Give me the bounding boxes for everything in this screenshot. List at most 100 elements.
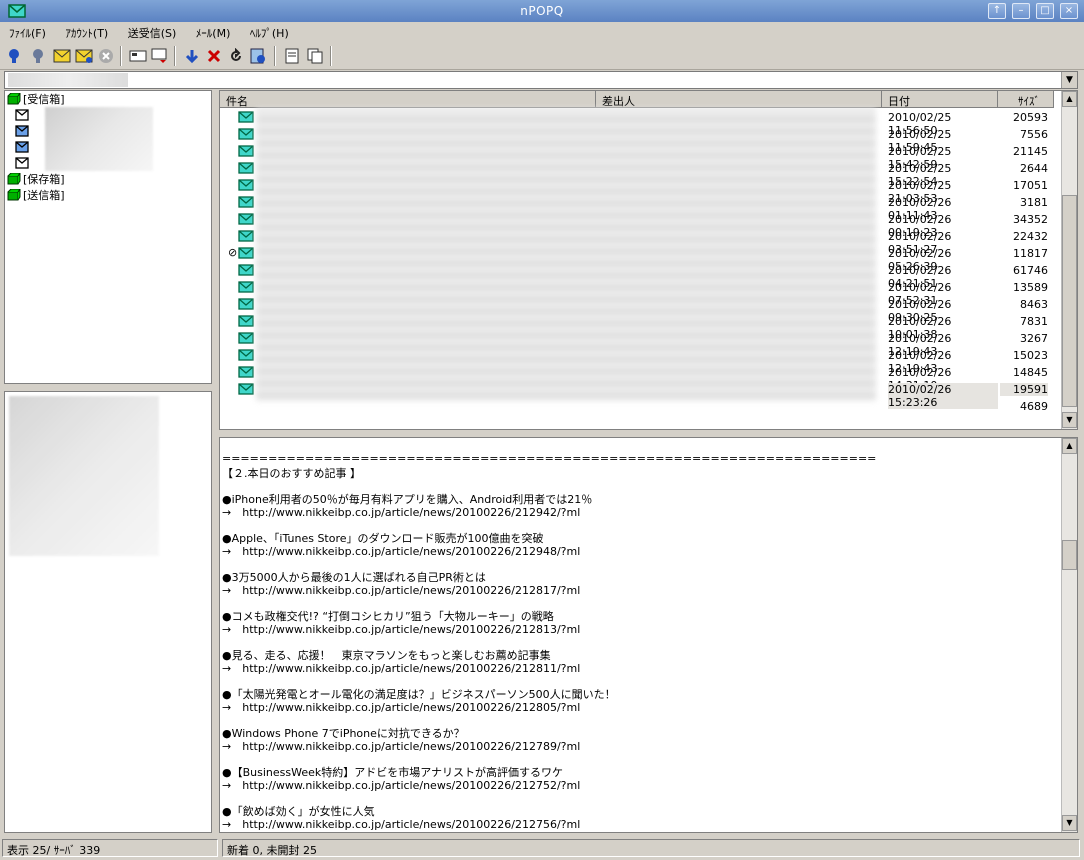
menu-file[interactable]: ﾌｧｲﾙ(F) xyxy=(0,22,53,42)
folder-tree: [受信箱] [保存箱] [送信箱] xyxy=(4,90,212,384)
delete-icon[interactable] xyxy=(204,47,224,65)
article-link[interactable]: → http://www.nikkeibp.co.jp/article/news… xyxy=(222,699,580,715)
column-header-size[interactable]: ｻｲｽﾞ xyxy=(998,91,1054,108)
unread-mail-icon xyxy=(238,315,254,327)
unread-mail-icon xyxy=(238,196,254,208)
header-redacted xyxy=(9,396,159,556)
mail-size: 17051 xyxy=(1013,179,1048,192)
column-header-sender[interactable]: 差出人 xyxy=(596,91,882,108)
scroll-thumb[interactable] xyxy=(1062,195,1077,407)
tree-label-saved: [保存箱] xyxy=(23,173,65,186)
up-arrow-button[interactable]: ↑ xyxy=(988,3,1006,19)
tree-item-sent[interactable]: [送信箱] xyxy=(7,187,65,203)
check-icon[interactable] xyxy=(28,47,48,65)
dropdown-arrow-icon[interactable]: ▼ xyxy=(1061,72,1077,88)
article-link[interactable]: → http://www.nikkeibp.co.jp/article/news… xyxy=(222,738,580,754)
tree-label-inbox: [受信箱] xyxy=(23,93,65,106)
undo-icon[interactable] xyxy=(226,47,246,65)
account-names-redacted xyxy=(45,107,153,171)
toolbar-separator xyxy=(274,46,276,66)
mail-size: 15023 xyxy=(1013,349,1048,362)
mail-icon xyxy=(15,141,29,153)
new-mail-icon[interactable] xyxy=(128,47,148,65)
reply-icon[interactable] xyxy=(150,47,170,65)
account-select[interactable]: ▼ xyxy=(4,71,1078,89)
mail-size: 8463 xyxy=(1020,298,1048,311)
mail-size: 13589 xyxy=(1013,281,1048,294)
mail-size: 4689 xyxy=(1020,400,1048,413)
mail-size: 3267 xyxy=(1020,332,1048,345)
scroll-down-icon[interactable]: ▼ xyxy=(1062,815,1077,831)
tree-item-account-3[interactable] xyxy=(15,139,31,155)
mail-body-pane: ========================================… xyxy=(219,437,1078,833)
tree-label-sent: [送信箱] xyxy=(23,189,65,202)
mail-list-scrollbar[interactable]: ▲ ▼ xyxy=(1061,91,1077,429)
header-preview-pane xyxy=(4,391,212,833)
toolbar xyxy=(0,42,1084,70)
unread-mail-icon xyxy=(238,162,254,174)
article-link[interactable]: → http://www.nikkeibp.co.jp/article/news… xyxy=(222,660,580,676)
toolbar-separator xyxy=(174,46,176,66)
stop-icon[interactable] xyxy=(96,47,116,65)
tree-item-account-2[interactable] xyxy=(15,123,31,139)
tree-item-saved[interactable]: [保存箱] xyxy=(7,171,65,187)
properties-icon[interactable] xyxy=(282,47,302,65)
mail-size: 11817 xyxy=(1013,247,1048,260)
mail-size: 7831 xyxy=(1020,315,1048,328)
article-link[interactable]: → http://www.nikkeibp.co.jp/article/news… xyxy=(222,621,580,637)
tree-item-account-4[interactable] xyxy=(15,155,31,171)
mail-size: 21145 xyxy=(1013,145,1048,158)
tree-item-inbox[interactable]: [受信箱] xyxy=(7,91,65,107)
subjects-senders-redacted xyxy=(256,108,876,401)
status-bar: 表示 25/ ｻｰﾊﾞ 339 新着 0, 未開封 25 xyxy=(0,838,1084,858)
title-bar: nPOPQ ↑ – □ × xyxy=(0,0,1084,22)
mail-size: 7556 xyxy=(1020,128,1048,141)
maximize-button[interactable]: □ xyxy=(1036,3,1054,19)
unread-mail-icon xyxy=(238,145,254,157)
menu-send-receive[interactable]: 送受信(S) xyxy=(119,22,184,42)
send-mail-icon[interactable] xyxy=(52,47,72,65)
mailbox-icon xyxy=(7,173,21,185)
copy-icon[interactable] xyxy=(305,47,325,65)
unread-mail-icon xyxy=(238,230,254,242)
unread-mail-icon xyxy=(238,111,254,123)
unread-mail-icon xyxy=(238,179,254,191)
column-header-subject[interactable]: 件名 xyxy=(220,91,596,108)
send-receive-icon[interactable] xyxy=(74,47,94,65)
unread-mail-icon xyxy=(238,383,254,395)
tree-item-account-1[interactable] xyxy=(15,107,31,123)
receive-icon[interactable] xyxy=(4,47,24,65)
unread-mail-icon xyxy=(238,281,254,293)
unread-mail-icon xyxy=(238,366,254,378)
mail-body-scrollbar[interactable]: ▲ ▼ xyxy=(1061,438,1077,832)
article-link[interactable]: → http://www.nikkeibp.co.jp/article/news… xyxy=(222,816,580,832)
body-line: ========================================… xyxy=(222,452,877,465)
minimize-button[interactable]: – xyxy=(1012,3,1030,19)
scroll-up-icon[interactable]: ▲ xyxy=(1062,91,1077,107)
unread-mail-icon xyxy=(238,264,254,276)
article-link[interactable]: → http://www.nikkeibp.co.jp/article/news… xyxy=(222,504,580,520)
unread-mail-icon xyxy=(238,247,254,259)
article-link[interactable]: → http://www.nikkeibp.co.jp/article/news… xyxy=(222,582,580,598)
mail-size: 22432 xyxy=(1013,230,1048,243)
mailbox-icon xyxy=(7,189,21,201)
column-header-date[interactable]: 日付 xyxy=(882,91,998,108)
address-icon[interactable] xyxy=(248,47,268,65)
mail-size: 2644 xyxy=(1020,162,1048,175)
menu-account[interactable]: ｱｶｳﾝﾄ(T) xyxy=(56,22,115,42)
scroll-thumb[interactable] xyxy=(1062,540,1077,570)
mail-icon xyxy=(15,157,29,169)
article-link[interactable]: → http://www.nikkeibp.co.jp/article/news… xyxy=(222,543,580,559)
mail-size: 20593 xyxy=(1013,111,1048,124)
unread-mail-icon xyxy=(238,213,254,225)
close-button[interactable]: × xyxy=(1060,3,1078,19)
toolbar-separator xyxy=(330,46,332,66)
download-icon[interactable] xyxy=(182,47,202,65)
article-link[interactable]: → http://www.nikkeibp.co.jp/article/news… xyxy=(222,777,580,793)
scroll-up-icon[interactable]: ▲ xyxy=(1062,438,1077,454)
menu-help[interactable]: ﾍﾙﾌﾟ(H) xyxy=(241,22,296,42)
menu-mail[interactable]: ﾒｰﾙ(M) xyxy=(187,22,238,42)
unread-mail-icon xyxy=(238,332,254,344)
scroll-down-icon[interactable]: ▼ xyxy=(1062,412,1077,428)
unread-mail-icon xyxy=(238,128,254,140)
